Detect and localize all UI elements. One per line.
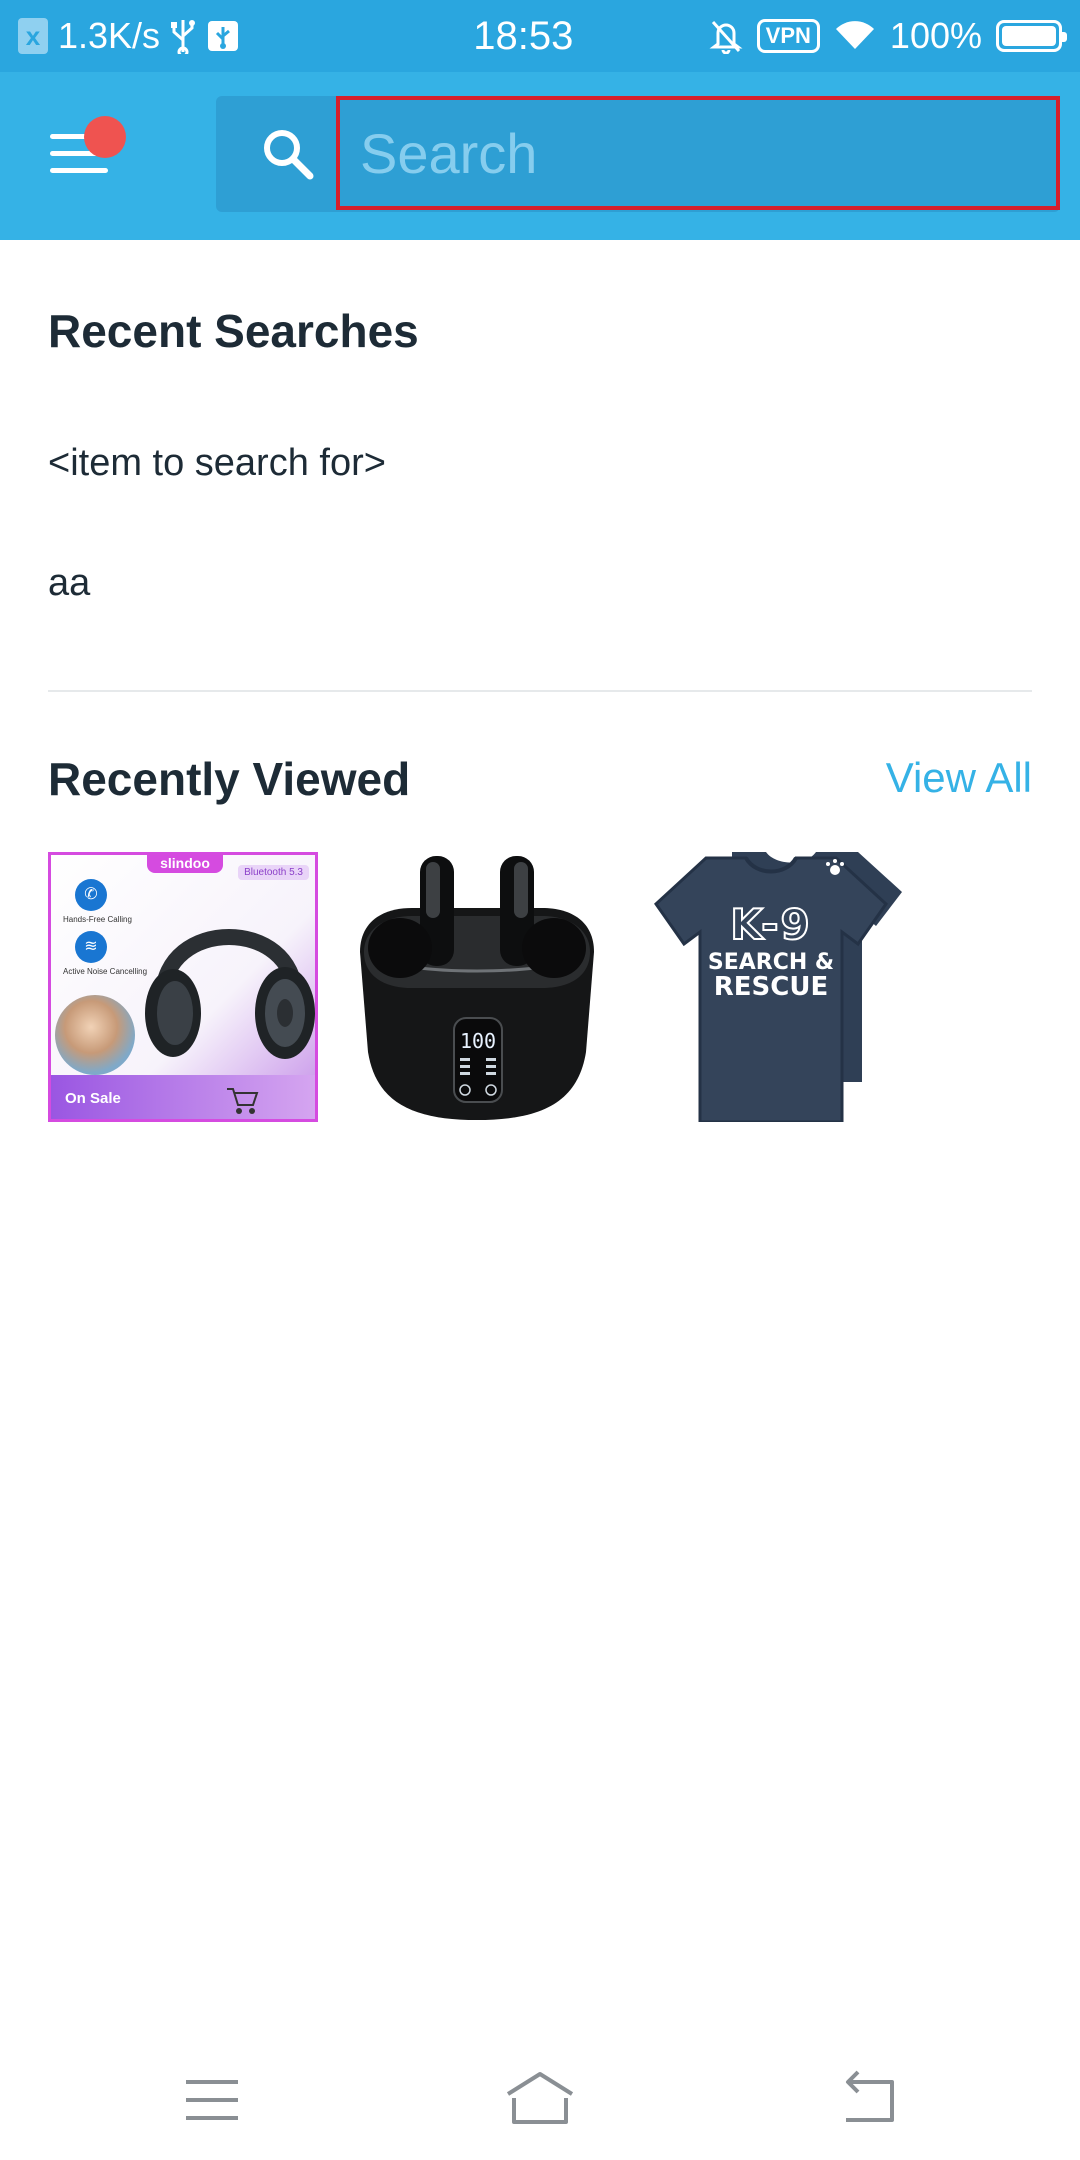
svg-text:100: 100 — [460, 1029, 496, 1053]
feature-label: Hands-Free Calling — [63, 915, 132, 924]
recent-search-item[interactable]: aa — [48, 562, 90, 605]
recent-searches-title: Recent Searches — [48, 305, 419, 357]
brand-label: slindoo — [147, 855, 223, 873]
recently-viewed-list: slindoo Bluetooth 5.3 ✆ Hands-Free Calli… — [48, 852, 906, 1122]
on-sale-label: On Sale — [65, 1090, 121, 1107]
status-right: VPN 100% — [709, 15, 1067, 57]
notification-dot — [84, 116, 126, 158]
wifi-icon — [835, 21, 874, 49]
sound-wave-icon: ≋ — [75, 931, 107, 963]
search-icon — [264, 130, 314, 180]
system-nav-bar — [0, 2040, 1080, 2160]
back-icon[interactable] — [828, 2060, 908, 2140]
status-left: x 1.3K/s — [18, 15, 398, 57]
cart-icon — [227, 1088, 259, 1114]
battery-percent: 100% — [889, 15, 982, 56]
search-input-highlight — [336, 96, 1060, 210]
status-bar: x 1.3K/s 18:53 VPN 100% — [0, 0, 1080, 72]
vpn-icon: VPN — [756, 19, 820, 53]
recently-viewed-title: Recently Viewed — [48, 753, 411, 805]
battery-icon — [996, 20, 1067, 52]
search-bar — [216, 96, 1060, 212]
usb-debug-icon — [208, 21, 239, 51]
view-all-link[interactable]: View All — [886, 754, 1032, 802]
earbuds-image: 100 — [360, 856, 594, 1120]
shirt-text-k9: K-9 — [729, 899, 812, 950]
product-thumbnail-earbuds[interactable]: 100 — [342, 852, 612, 1122]
app-notification-icon: x — [18, 18, 48, 54]
product-thumbnail-headphones[interactable]: slindoo Bluetooth 5.3 ✆ Hands-Free Calli… — [48, 852, 318, 1122]
usb-icon — [171, 20, 196, 54]
feature-label: Active Noise Cancelling — [63, 967, 148, 976]
app-header — [0, 72, 1080, 240]
network-speed: 1.3K/s — [58, 15, 161, 56]
phone-icon: ✆ — [75, 879, 107, 911]
product-thumbnail-tshirt[interactable]: K-9 SEARCH & RESCUE — [636, 852, 906, 1122]
home-icon[interactable] — [500, 2060, 580, 2140]
headphones-image — [145, 929, 315, 1059]
search-input[interactable] — [340, 100, 1056, 206]
bell-muted-icon — [709, 20, 743, 54]
menu-icon[interactable] — [172, 2060, 252, 2140]
recent-search-item[interactable]: <item to search for> — [48, 442, 386, 485]
divider — [48, 690, 1032, 692]
shirt-text-rescue: RESCUE — [713, 972, 829, 1002]
clock: 18:53 — [473, 13, 574, 58]
person-photo — [55, 995, 135, 1075]
